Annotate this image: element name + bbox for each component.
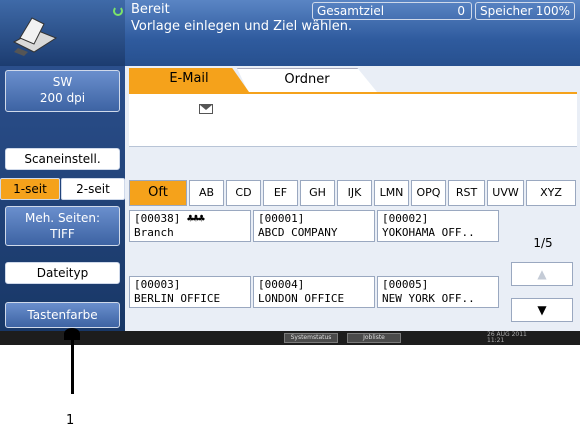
destination-entry[interactable]: [00003] BERLIN OFFICE [129, 276, 251, 308]
destination-entry[interactable]: [00005] NEW YORK OFF.. [377, 276, 499, 308]
callout-number: 1 [66, 413, 75, 428]
alpha-tab-cd[interactable]: CD [226, 180, 261, 206]
destination-field[interactable] [129, 92, 577, 147]
alpha-tab-frequent[interactable]: Oft [129, 180, 187, 206]
status-message: Vorlage einlegen und Ziel wählen. [131, 19, 353, 34]
arrow-up-icon: ▲ [537, 267, 547, 281]
destination-name: NEW YORK OFF.. [382, 292, 475, 305]
memory-value: 100% [535, 4, 570, 18]
multi-page-label: Meh. Seiten: [24, 211, 101, 225]
one-sided-button[interactable]: 1-seit [0, 178, 60, 200]
destination-name: Branch [134, 226, 174, 239]
destination-list: [00038] ♣♣♣ Branch [00001] ABCD COMPANY … [129, 210, 509, 326]
destination-name: LONDON OFFICE [258, 292, 345, 305]
destination-content: Ordner E-Mail Oft AB CD EF GH IJK LMN OP… [125, 66, 580, 331]
total-value: 0 [457, 4, 465, 18]
scanner-panel-screen: Bereit Vorlage einlegen und Ziel wählen.… [0, 0, 580, 345]
group-icon: ♣♣♣ [186, 212, 205, 225]
resolution-mode: SW [52, 75, 73, 89]
destination-name: YOKOHAMA OFF.. [382, 226, 475, 239]
tab-folder[interactable]: Ordner [237, 68, 377, 92]
bottom-bar: Systemstatus Jobliste 26 AUG 2011 11:21 [0, 331, 580, 345]
memory-box: Speicher 100% [475, 2, 575, 20]
alpha-tab-rst[interactable]: RST [448, 180, 485, 206]
status-bar: Bereit Vorlage einlegen und Ziel wählen.… [113, 0, 580, 66]
total-label: Gesamtziel [317, 4, 385, 18]
left-settings-panel: SW 200 dpi Scaneinstell. 1-seit 2-seit M… [0, 66, 125, 331]
status-state: Bereit [131, 2, 170, 17]
key-color-button[interactable]: Tastenfarbe [5, 302, 120, 328]
logo-area [0, 0, 125, 66]
destination-tabs: Ordner E-Mail [125, 68, 580, 92]
alphabet-index-tabs: Oft AB CD EF GH IJK LMN OPQ RST UVW XYZ [129, 180, 579, 206]
arrow-down-icon: ▼ [537, 303, 547, 317]
system-status-button[interactable]: Systemstatus [284, 333, 338, 343]
job-list-button[interactable]: Jobliste [347, 333, 401, 343]
multi-page-button[interactable]: Meh. Seiten: TIFF [5, 206, 120, 246]
scan-settings-button[interactable]: Scaneinstell. [5, 148, 120, 170]
scanner-logo-icon [12, 17, 58, 56]
alpha-tab-gh[interactable]: GH [300, 180, 335, 206]
alpha-tab-opq[interactable]: OPQ [411, 180, 446, 206]
tab-email[interactable]: E-Mail [129, 68, 249, 92]
destination-id: [00004] [258, 278, 305, 291]
file-type-button[interactable]: Dateityp [5, 262, 120, 284]
alpha-tab-xyz[interactable]: XYZ [526, 180, 576, 206]
callout-line [71, 334, 74, 394]
destination-entry[interactable]: [00002] YOKOHAMA OFF.. [377, 210, 499, 242]
alpha-tab-ef[interactable]: EF [263, 180, 298, 206]
alpha-tab-ab[interactable]: AB [189, 180, 224, 206]
page-up-button[interactable]: ▲ [511, 262, 573, 286]
page-down-button[interactable]: ▼ [511, 298, 573, 322]
alpha-tab-uvw[interactable]: UVW [487, 180, 524, 206]
destination-entry[interactable]: [00038] ♣♣♣ Branch [129, 210, 251, 242]
alpha-tab-ijk[interactable]: IJK [337, 180, 372, 206]
destination-name: BERLIN OFFICE [134, 292, 221, 305]
destination-id: [00001] [258, 212, 305, 225]
multi-page-format: TIFF [50, 227, 75, 241]
destination-id: [00038] [134, 212, 181, 225]
resolution-button[interactable]: SW 200 dpi [5, 70, 120, 112]
resolution-dpi: 200 dpi [39, 91, 86, 105]
page-indicator: 1/5 [533, 236, 553, 250]
memory-label: Speicher [480, 4, 533, 18]
total-destinations-box: Gesamtziel 0 [312, 2, 472, 20]
destination-entry[interactable]: [00001] ABCD COMPANY [253, 210, 375, 242]
ready-indicator-icon [113, 6, 123, 16]
mail-envelope-icon [199, 104, 213, 114]
clock-time: 11:21 [487, 337, 505, 344]
destination-entry[interactable]: [00004] LONDON OFFICE [253, 276, 375, 308]
destination-id: [00002] [382, 212, 429, 225]
alpha-tab-lmn[interactable]: LMN [374, 180, 409, 206]
destination-id: [00005] [382, 278, 429, 291]
destination-name: ABCD COMPANY [258, 226, 338, 239]
destination-id: [00003] [134, 278, 181, 291]
clock: 26 AUG 2011 11:21 [487, 332, 527, 344]
duplex-selector: 1-seit 2-seit [0, 178, 125, 200]
two-sided-button[interactable]: 2-seit [61, 178, 125, 200]
